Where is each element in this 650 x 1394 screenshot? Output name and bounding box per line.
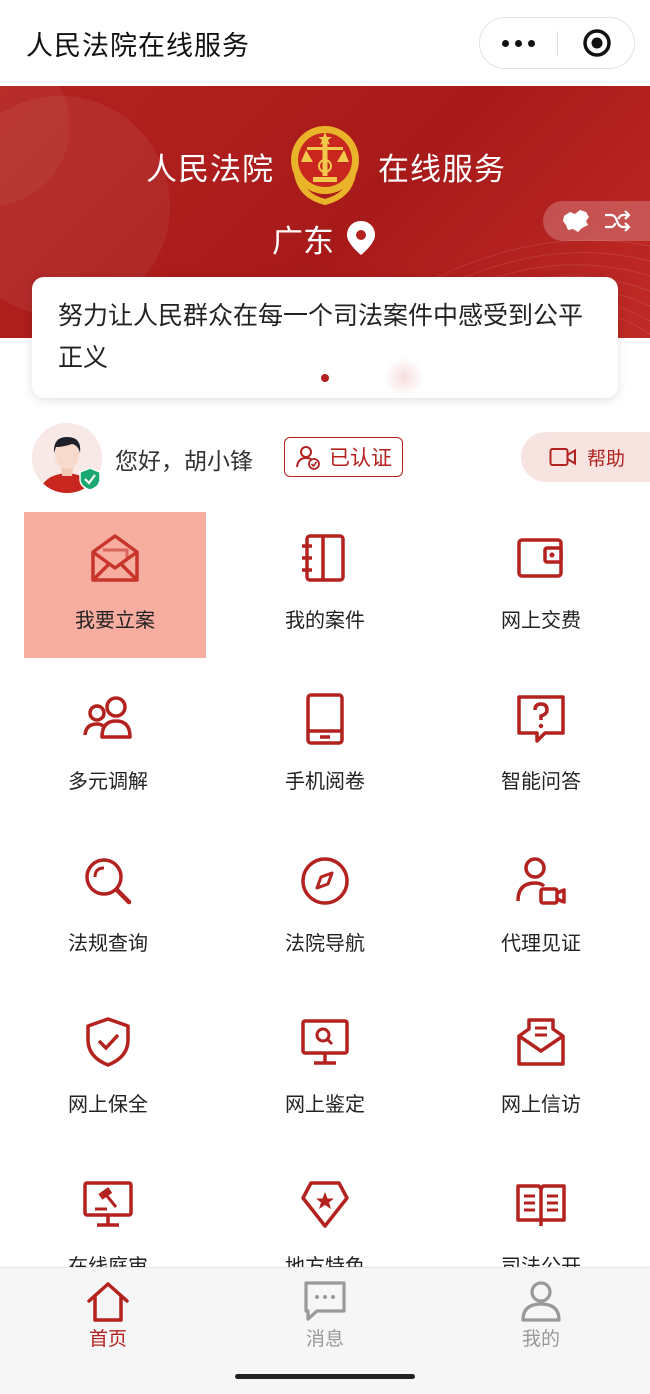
service-agent-witness[interactable]: 代理见证 [450, 835, 632, 981]
service-file-case[interactable]: 我要立案 [24, 512, 206, 658]
mini-program-capsule [479, 17, 635, 69]
question-bubble-icon [517, 695, 565, 743]
service-online-petition[interactable]: 网上信访 [450, 996, 632, 1142]
verified-status-badge: 已认证 [284, 437, 403, 477]
star-badge-icon [301, 1181, 349, 1228]
service-mobile-reading[interactable]: 手机阅卷 [234, 673, 416, 819]
user-verified-icon [296, 446, 320, 470]
tab-home[interactable]: 首页 [0, 1268, 216, 1368]
auth-label: 已认证 [329, 446, 392, 470]
envelope-icon [91, 534, 139, 582]
motto-card-decoration [384, 357, 424, 397]
motto-card: 努力让人民群众在每一个司法案件中感受到公平正义 [32, 277, 618, 398]
mail-letter-icon [517, 1018, 565, 1066]
region-label[interactable]: 广东 [272, 216, 334, 261]
help-label: 帮助 [587, 447, 626, 470]
tab-label: 消息 [305, 1328, 344, 1350]
magnifier-icon [85, 858, 132, 905]
service-label: 我要立案 [75, 608, 155, 632]
service-my-cases[interactable]: 我的案件 [234, 512, 416, 658]
service-label: 网上保全 [68, 1092, 148, 1116]
person-camera-icon [516, 857, 566, 905]
user-icon [521, 1281, 561, 1322]
service-label: 网上鉴定 [285, 1092, 365, 1116]
service-label: 手机阅卷 [285, 769, 365, 793]
service-label: 法规查询 [68, 931, 148, 955]
china-map-icon [563, 210, 589, 232]
home-indicator-bar [235, 1374, 415, 1379]
location-pin-icon[interactable] [346, 220, 376, 256]
service-online-appraisal[interactable]: 网上鉴定 [234, 996, 416, 1142]
notebook-icon [302, 534, 345, 582]
tab-messages[interactable]: 消息 [217, 1268, 433, 1368]
video-camera-icon [549, 448, 576, 466]
more-dots-icon [502, 39, 509, 47]
service-label: 多元调解 [68, 769, 148, 793]
tab-label: 首页 [88, 1328, 127, 1350]
wallet-icon [517, 538, 563, 578]
help-button[interactable]: 帮助 [521, 432, 650, 482]
banner-title-right: 在线服务 [378, 152, 506, 188]
service-label: 智能问答 [501, 769, 581, 793]
banner-title-left: 人民法院 [146, 152, 274, 188]
service-online-preservation[interactable]: 网上保全 [17, 996, 199, 1142]
top-navigation-bar: 人民法院在线服务 [0, 0, 650, 86]
service-label: 网上交费 [501, 608, 581, 632]
shuffle-icon [605, 210, 631, 232]
gavel-monitor-icon [83, 1181, 133, 1227]
user-greeting: 您好，胡小锋 [115, 449, 253, 475]
service-label: 代理见证 [501, 931, 581, 955]
monitor-search-icon [301, 1019, 349, 1065]
target-icon [582, 29, 611, 57]
service-smart-qa[interactable]: 智能问答 [450, 673, 632, 819]
shield-check-icon [86, 1017, 130, 1067]
home-icon [87, 1282, 129, 1322]
close-mini-program-button[interactable] [558, 18, 635, 68]
service-court-navigation[interactable]: 法院导航 [234, 835, 416, 981]
service-label: 法院导航 [285, 931, 365, 955]
people-icon [83, 696, 132, 739]
service-mediation[interactable]: 多元调解 [17, 673, 199, 819]
message-icon [304, 1281, 346, 1321]
open-book-icon [516, 1184, 566, 1226]
service-online-payment[interactable]: 网上交费 [450, 512, 632, 658]
carousel-indicator-dot [321, 374, 329, 382]
tab-mine[interactable]: 我的 [433, 1268, 649, 1368]
court-emblem-logo [291, 126, 359, 206]
verified-badge-icon [79, 467, 101, 491]
service-label: 网上信访 [501, 1092, 581, 1116]
tablet-icon [306, 693, 344, 745]
switch-region-button[interactable] [543, 201, 650, 241]
tab-label: 我的 [521, 1328, 560, 1350]
more-options-button[interactable] [480, 18, 557, 68]
service-label: 我的案件 [285, 608, 365, 632]
service-law-search[interactable]: 法规查询 [17, 835, 199, 981]
motto-text: 努力让人民群众在每一个司法案件中感受到公平正义 [58, 301, 584, 372]
page-title: 人民法院在线服务 [26, 31, 250, 62]
compass-icon [301, 857, 349, 905]
